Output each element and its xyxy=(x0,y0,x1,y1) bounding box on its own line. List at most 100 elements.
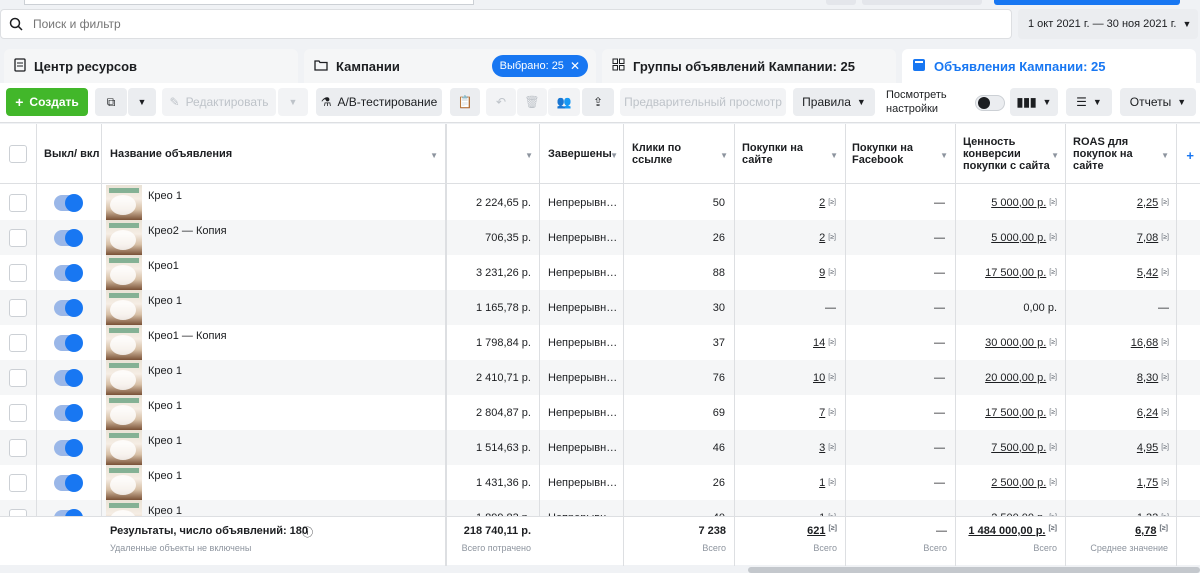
row-checkbox[interactable] xyxy=(9,439,27,457)
row-checkbox[interactable] xyxy=(9,334,27,352)
value-cell[interactable]: 2 500,00 р.[≥] xyxy=(955,465,1057,500)
duplicate-button[interactable]: ⧉ xyxy=(95,88,127,116)
row-checkbox[interactable] xyxy=(9,299,27,317)
col-roas[interactable]: ROAS для покупок на сайте ▼ xyxy=(1073,124,1175,184)
search-box[interactable] xyxy=(0,9,1012,39)
table-row[interactable]: Крео2 — Копия 706,35 р. Непрерывн… 26 2[… xyxy=(0,220,1200,255)
sort-icon[interactable]: ▼ xyxy=(1161,150,1169,162)
selected-badge[interactable]: Выбрано: 25 ✕ xyxy=(491,55,588,77)
export-button[interactable]: ⇪ xyxy=(582,88,614,116)
ad-name[interactable]: Крео2 — Копия xyxy=(148,220,227,237)
table-row[interactable]: Крео 1 1 165,78 р. Непрерывн… 30 — — 0,0… xyxy=(0,290,1200,325)
col-toggle[interactable]: Выкл/ вкл xyxy=(44,124,100,184)
row-toggle[interactable] xyxy=(54,264,83,282)
purchases-cell[interactable]: 1[≥] xyxy=(734,465,836,500)
roas-cell[interactable]: 4,95 [≥] xyxy=(1065,430,1169,465)
col-site-purchases[interactable]: Покупки на сайте ▼ xyxy=(742,124,844,184)
row-toggle[interactable] xyxy=(54,369,83,387)
purchases-cell[interactable]: 2 [≥] xyxy=(734,220,836,255)
purchases-cell[interactable]: 3 [≥] xyxy=(734,430,836,465)
roas-cell[interactable]: 7,08 [≥] xyxy=(1065,220,1169,255)
table-row[interactable]: Крео 1 2 224,65 р. Непрерывн… 50 2 [≥] — … xyxy=(0,185,1200,220)
table-row[interactable]: Крео 1 1 431,36 р. Непрерывн… 26 1 [≥] — … xyxy=(0,465,1200,500)
reports-button[interactable]: Отчеты ▼ xyxy=(1120,88,1196,116)
roas-cell[interactable]: 2,25 [≥] xyxy=(1065,185,1169,220)
tab-ads[interactable]: Объявления Кампании: 25 xyxy=(902,49,1196,83)
undo-button[interactable]: ↶ xyxy=(486,88,516,116)
sort-icon[interactable]: ▼ xyxy=(525,150,533,162)
roas-cell[interactable]: 8,30 [≥] xyxy=(1065,360,1169,395)
sort-icon[interactable]: ▼ xyxy=(1051,150,1059,162)
ad-name[interactable]: Крео 1 xyxy=(148,430,182,447)
table-row[interactable]: Крео 1 1 514,63 р. Непрерывн… 46 3 [≥] — … xyxy=(0,430,1200,465)
table-row[interactable]: Крео 1 1 899,83 р. Непрерывн… 40 1[≥] — … xyxy=(0,500,1200,516)
roas-cell[interactable]: 1,75 [≥] xyxy=(1065,465,1169,500)
delete-button[interactable]: 🗑 xyxy=(517,88,547,116)
rules-button[interactable]: Правила ▼ xyxy=(793,88,875,116)
ad-name[interactable]: Крео 1 xyxy=(148,290,182,307)
row-checkbox[interactable] xyxy=(9,229,27,247)
col-fb-purchases[interactable]: Покупки на Facebook ▼ xyxy=(852,124,954,184)
view-settings-toggle[interactable] xyxy=(975,95,1005,111)
value-cell[interactable]: 17 500,00 р. [≥] xyxy=(955,395,1057,430)
row-checkbox[interactable] xyxy=(9,474,27,492)
row-checkbox[interactable] xyxy=(9,194,27,212)
col-conv-value[interactable]: Ценность конверсии покупки с сайта ▼ xyxy=(963,124,1065,184)
ad-name[interactable]: Крео 1 xyxy=(148,360,182,377)
roas-cell[interactable]: 5,42 [≥] xyxy=(1065,255,1169,290)
value-cell[interactable]: 30 000,00 р. [≥] xyxy=(955,325,1057,360)
purchases-cell[interactable]: 2 [≥] xyxy=(734,185,836,220)
value-cell[interactable]: 5 000,00 р. [≥] xyxy=(955,220,1057,255)
account-selector[interactable] xyxy=(24,0,474,5)
select-all-checkbox[interactable] xyxy=(9,145,27,163)
publish-button[interactable] xyxy=(994,0,1180,5)
add-column-icon[interactable]: + xyxy=(1186,148,1194,163)
top-button-2[interactable] xyxy=(862,0,982,5)
col-name[interactable]: Название объявления ▼ xyxy=(110,124,444,184)
row-toggle[interactable] xyxy=(54,334,83,352)
row-checkbox[interactable] xyxy=(9,404,27,422)
create-button[interactable]: + Создать xyxy=(6,88,88,116)
value-cell[interactable]: 5 000,00 р. [≥] xyxy=(955,185,1057,220)
breakdown-button[interactable]: ☰ ▼ xyxy=(1066,88,1112,116)
ad-name[interactable]: Крео 1 xyxy=(148,465,182,482)
tab-ad-sets[interactable]: Группы объявлений Кампании: 25 xyxy=(602,49,896,83)
col-delivery[interactable]: Завершены ▼ xyxy=(548,124,624,184)
row-toggle[interactable] xyxy=(54,474,83,492)
col-spend[interactable]: ▼ xyxy=(447,124,539,184)
purchases-cell[interactable]: 10 [≥] xyxy=(734,360,836,395)
sort-icon[interactable]: ▼ xyxy=(830,150,838,162)
value-cell[interactable]: 7 500,00 р. [≥] xyxy=(955,430,1057,465)
ad-name[interactable]: Крео 1 xyxy=(148,185,182,202)
value-cell[interactable]: 2 500,00 р.[≥] xyxy=(955,500,1057,517)
table-row[interactable]: Крео 1 2 410,71 р. Непрерывн… 76 10 [≥] —… xyxy=(0,360,1200,395)
value-cell[interactable]: 20 000,00 р. [≥] xyxy=(955,360,1057,395)
table-row[interactable]: Крео1 3 231,26 р. Непрерывн… 88 9 [≥] — 1… xyxy=(0,255,1200,290)
purchases-cell[interactable]: 14 [≥] xyxy=(734,325,836,360)
row-checkbox[interactable] xyxy=(9,369,27,387)
table-row[interactable]: Крео 1 2 804,87 р. Непрерывн… 69 7 [≥] — … xyxy=(0,395,1200,430)
roas-cell[interactable]: 6,24 [≥] xyxy=(1065,395,1169,430)
row-toggle[interactable] xyxy=(54,439,83,457)
audience-button[interactable]: 👥 xyxy=(548,88,580,116)
top-button-1[interactable] xyxy=(826,0,856,5)
row-toggle[interactable] xyxy=(54,404,83,422)
roas-cell[interactable]: 1,32[≥] xyxy=(1065,500,1169,517)
table-row[interactable]: Крео1 — Копия 1 798,84 р. Непрерывн… 37 … xyxy=(0,325,1200,360)
row-checkbox[interactable] xyxy=(9,509,27,516)
tab-resource-center[interactable]: Центр ресурсов xyxy=(4,49,298,83)
roas-cell[interactable]: 16,68 [≥] xyxy=(1065,325,1169,360)
preview-button[interactable]: Предварительный просмотр xyxy=(620,88,786,116)
ad-name[interactable]: Крео 1 xyxy=(148,395,182,412)
ad-name[interactable]: Крео1 — Копия xyxy=(148,325,227,342)
row-toggle[interactable] xyxy=(54,194,83,212)
edit-dropdown[interactable]: ▼ xyxy=(278,88,308,116)
row-toggle[interactable] xyxy=(54,229,83,247)
sort-icon[interactable]: ▼ xyxy=(430,150,438,162)
date-range-picker[interactable]: 1 окт 2021 г. — 30 ноя 2021 г. ▼ xyxy=(1018,9,1198,39)
purchases-cell[interactable]: 9 [≥] xyxy=(734,255,836,290)
sort-icon[interactable]: ▼ xyxy=(720,150,728,162)
row-checkbox[interactable] xyxy=(9,264,27,282)
info-icon[interactable]: ⓘ xyxy=(302,524,313,540)
ad-name[interactable]: Крео 1 xyxy=(148,500,182,516)
